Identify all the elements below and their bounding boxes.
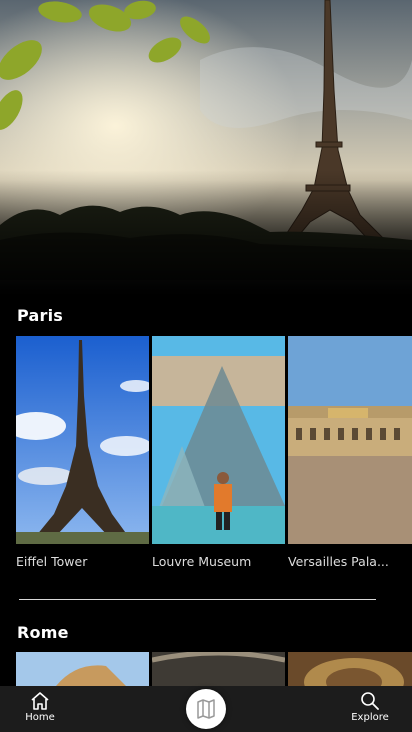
place-card-rome-2[interactable]	[152, 652, 285, 686]
place-label: Louvre Museum	[152, 554, 252, 569]
place-card-rome-3[interactable]	[288, 652, 412, 686]
place-label: Eiffel Tower	[16, 554, 88, 569]
section-title-paris: Paris	[17, 306, 63, 325]
place-image-louvre-museum	[152, 336, 285, 544]
hero-image-eiffel	[0, 0, 412, 300]
map-icon	[197, 699, 215, 719]
place-image-rome-3	[288, 652, 412, 686]
place-label: Versailles Pala...	[288, 554, 389, 569]
place-card-louvre-museum[interactable]: Louvre Museum	[152, 336, 285, 569]
nav-home-label: Home	[25, 712, 55, 723]
section-divider	[19, 599, 376, 600]
place-card-rome-1[interactable]	[16, 652, 149, 686]
nav-explore-label: Explore	[351, 712, 389, 723]
place-image-rome-1	[16, 652, 149, 686]
place-image-rome-2	[152, 652, 285, 686]
paris-places-row[interactable]: Eiffel Tower Louvre Museum Versailles Pa…	[16, 336, 412, 569]
place-card-versailles-palace[interactable]: Versailles Pala...	[288, 336, 412, 569]
section-title-rome: Rome	[17, 623, 69, 642]
home-icon	[31, 692, 49, 710]
center-map-button[interactable]	[186, 689, 226, 729]
nav-home[interactable]: Home	[10, 692, 70, 723]
place-image-eiffel-tower	[16, 336, 149, 544]
place-card-eiffel-tower[interactable]: Eiffel Tower	[16, 336, 149, 569]
search-icon	[361, 692, 379, 710]
nav-explore[interactable]: Explore	[340, 692, 400, 723]
rome-places-row[interactable]	[16, 652, 412, 686]
place-image-versailles-palace	[288, 336, 412, 544]
